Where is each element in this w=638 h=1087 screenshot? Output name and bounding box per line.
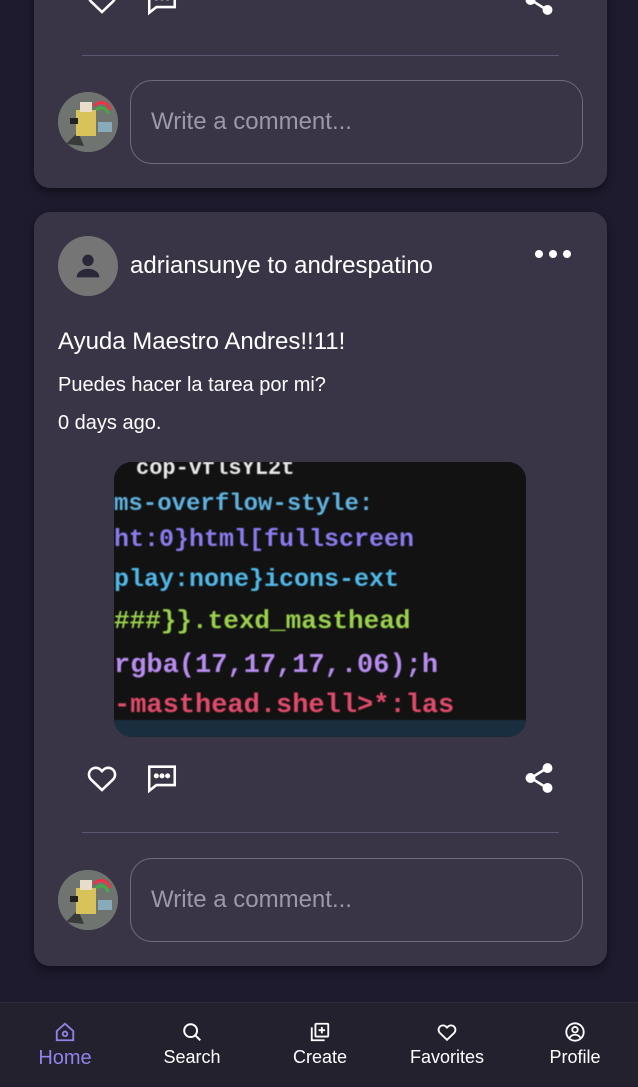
post-actions xyxy=(82,0,559,20)
home-icon xyxy=(55,1022,75,1042)
nav-profile[interactable]: Profile xyxy=(511,1003,638,1087)
avatar xyxy=(58,870,118,930)
bottom-navigation: Home Search Create Favorites Profile xyxy=(0,1002,638,1086)
divider xyxy=(82,832,559,833)
avatar xyxy=(58,92,118,152)
code-line: -masthead.shell>*:las xyxy=(114,691,454,721)
code-line: ht:0}html[fullscreen xyxy=(114,525,414,554)
comment-icon xyxy=(147,0,177,16)
person-icon xyxy=(76,254,100,278)
nav-label: Profile xyxy=(549,1047,601,1067)
code-line: ms-overflow-style: xyxy=(114,491,373,518)
comment-row xyxy=(58,80,583,164)
code-line: cop-vflsYL2t xyxy=(136,462,294,481)
search-icon xyxy=(183,1023,201,1041)
profile-icon xyxy=(565,1022,585,1042)
heart-icon xyxy=(87,766,117,792)
nav-label: Create xyxy=(292,1047,348,1067)
post-image[interactable]: cop-vflsYL2t ms-overflow-style: ht:0}htm… xyxy=(114,462,526,737)
like-button[interactable] xyxy=(82,758,122,798)
author-avatar[interactable] xyxy=(58,236,118,296)
comment-input[interactable] xyxy=(130,80,583,164)
nav-favorites[interactable]: Favorites xyxy=(383,1003,511,1087)
post-card: adriansunye to andrespatino Ayuda Maestr… xyxy=(34,212,607,966)
nav-label: Search xyxy=(163,1047,221,1067)
heart-icon xyxy=(437,1024,457,1042)
comment-input[interactable] xyxy=(130,858,583,942)
share-icon xyxy=(525,763,553,793)
post-author[interactable]: adriansunye to andrespatino xyxy=(130,252,433,280)
post-title: Ayuda Maestro Andres!!11! xyxy=(58,328,346,355)
comment-button[interactable] xyxy=(142,0,182,20)
comment-row xyxy=(58,858,583,942)
create-icon xyxy=(310,1022,330,1042)
code-line: ###}}.texd_masthead xyxy=(114,606,410,636)
comment-icon xyxy=(147,765,177,794)
user-avatar-image xyxy=(58,92,118,152)
code-line: rgba(17,17,17,.06);h xyxy=(114,651,438,681)
post-header: adriansunye to andrespatino xyxy=(58,236,583,296)
nav-home[interactable]: Home xyxy=(1,1003,129,1087)
share-button[interactable] xyxy=(519,758,559,798)
post-timestamp: 0 days ago. xyxy=(58,412,162,434)
comment-button[interactable] xyxy=(142,758,182,798)
divider xyxy=(82,55,559,56)
more-options-button[interactable] xyxy=(533,242,573,266)
code-screenshot-image: cop-vflsYL2t ms-overflow-style: ht:0}htm… xyxy=(114,462,526,737)
share-button[interactable] xyxy=(519,0,559,20)
heart-icon xyxy=(88,0,116,14)
feed: adriansunye to andrespatino Ayuda Maestr… xyxy=(0,0,638,1002)
post-card-previous xyxy=(34,0,607,188)
nav-label: Favorites xyxy=(409,1047,485,1067)
code-line: play:none}icons-ext xyxy=(114,565,399,594)
post-actions xyxy=(82,758,559,798)
post-body: Puedes hacer la tarea por mi? xyxy=(58,374,326,396)
more-horizontal-icon xyxy=(535,250,571,258)
share-icon xyxy=(525,0,553,15)
nav-create[interactable]: Create xyxy=(256,1003,384,1087)
nav-search[interactable]: Search xyxy=(128,1003,256,1087)
like-button[interactable] xyxy=(82,0,122,20)
nav-label: Home xyxy=(38,1047,92,1069)
user-avatar-image xyxy=(58,870,118,930)
